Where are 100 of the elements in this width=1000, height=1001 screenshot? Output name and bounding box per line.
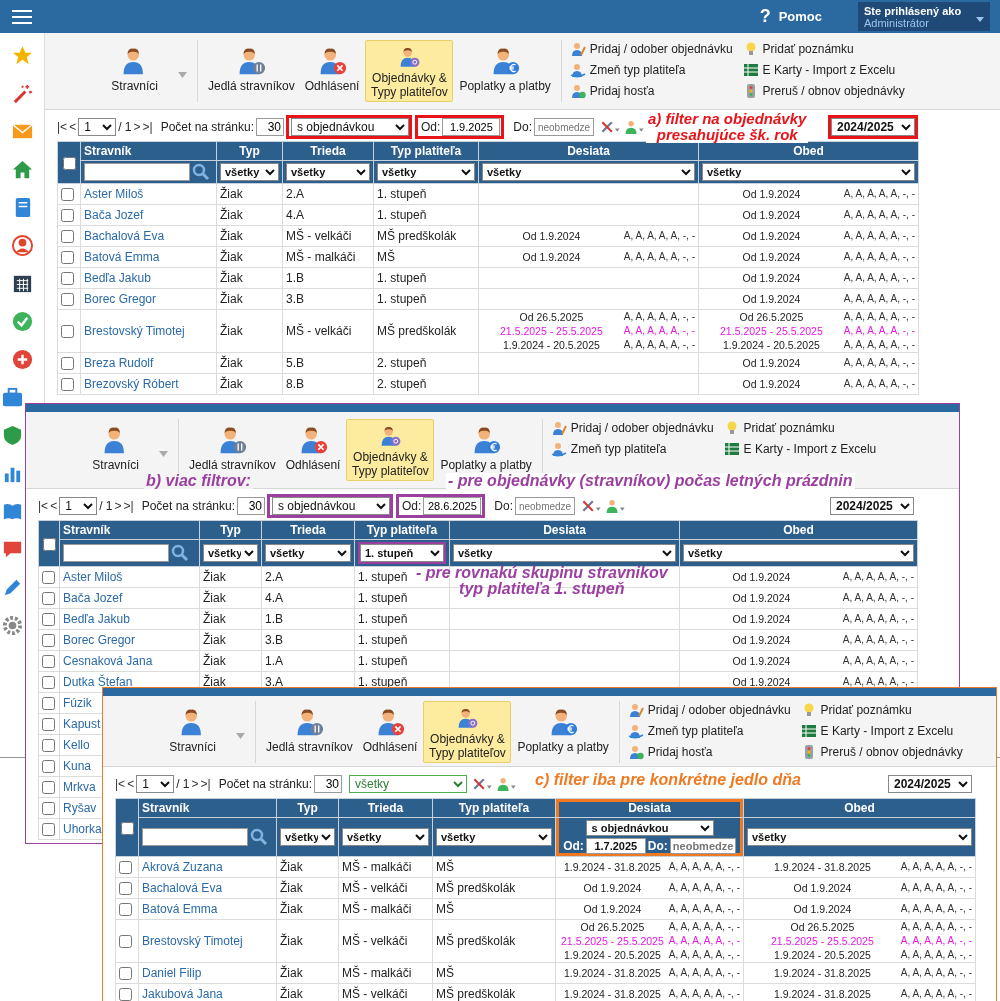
order-filter-select[interactable]: s objednávkou [272, 497, 390, 515]
date-to-field[interactable]: neobmedze [515, 497, 576, 515]
first-page-link[interactable]: |< [57, 120, 68, 134]
toolbar-button[interactable]: Odhlásení [281, 419, 345, 475]
filter-select[interactable]: všetky [702, 163, 915, 181]
toolbar-button[interactable]: Odhlásení [358, 701, 422, 757]
row-checkbox[interactable] [42, 655, 55, 669]
date-to-field[interactable]: neobmedze [534, 118, 595, 136]
order-filter-select[interactable]: všetky [349, 775, 467, 793]
date-from-field[interactable]: 28.6.2025 [423, 497, 482, 515]
filter-select[interactable]: všetky [220, 163, 279, 181]
toolbar-button[interactable]: Jedlá stravníkov [204, 40, 299, 96]
last-page-link[interactable]: >| [123, 499, 134, 513]
row-checkbox[interactable] [42, 634, 55, 648]
search-icon[interactable] [250, 828, 268, 846]
toolbar-action[interactable]: Zmeň typ platiteľa [569, 61, 733, 78]
year-select[interactable]: 2024/2025 [888, 775, 972, 793]
user-icon[interactable] [10, 234, 34, 257]
toolbar-action[interactable]: Pridaj / odober objednávku [569, 40, 733, 57]
row-checkbox[interactable] [42, 613, 55, 627]
toolbar-action[interactable]: E Karty - Import z Excelu [742, 61, 905, 78]
search-field[interactable] [142, 828, 248, 846]
plus-badge-icon[interactable] [10, 348, 34, 371]
toolbar-action[interactable]: Zmeň typ platiteľa [550, 440, 714, 457]
toolbar-action[interactable]: Preruš / obnov objednávky [742, 82, 905, 99]
briefcase-icon[interactable] [1, 386, 24, 409]
select-all-checkbox[interactable] [42, 537, 56, 551]
toolbar-button[interactable]: Stravníci [125, 701, 249, 757]
toolbar-button[interactable]: Stravníci [67, 40, 191, 96]
page-select[interactable]: 1 [78, 118, 117, 136]
year-select[interactable]: 2024/2025 [830, 497, 914, 515]
menu-icon[interactable] [12, 8, 32, 25]
filter-select[interactable]: všetky [747, 828, 972, 846]
search-field[interactable] [63, 544, 169, 562]
toolbar-button[interactable]: Stravníci [48, 419, 172, 475]
name-link[interactable]: Mrkva [63, 780, 96, 794]
previous-page-link[interactable]: < [50, 499, 58, 513]
toolbar-action[interactable]: Pridať poznámku [800, 701, 963, 718]
toolbar-action[interactable]: Pridaj hosťa [627, 743, 791, 760]
row-checkbox[interactable] [61, 378, 74, 392]
toolbar-action[interactable]: Preruš / obnov objednávky [800, 743, 963, 760]
order-filter-select[interactable]: s objednávkou [291, 118, 409, 136]
toolbar-button[interactable]: Objednávky & Typy platiteľov [365, 40, 454, 102]
row-checkbox[interactable] [42, 802, 55, 816]
previous-page-link[interactable]: < [69, 120, 77, 134]
per-page-field[interactable]: 30 [256, 118, 284, 136]
date-from-field[interactable]: 1.7.2025 [585, 838, 646, 854]
filter-select[interactable]: všetky [342, 828, 429, 846]
date-to-field[interactable]: neobmedze [669, 838, 736, 854]
filter-select[interactable]: všetky [453, 544, 676, 562]
next-page-link[interactable]: > [114, 499, 122, 513]
row-checkbox[interactable] [42, 718, 55, 732]
per-page-field[interactable]: 30 [237, 497, 265, 515]
shield-icon[interactable] [1, 424, 24, 447]
toolbar-action[interactable]: E Karty - Import z Excelu [800, 722, 963, 739]
toolbar-button[interactable]: Jedlá stravníkov [262, 701, 357, 757]
filter-select[interactable]: všetky [683, 544, 914, 562]
name-link[interactable]: Kello [63, 738, 90, 752]
filter-select[interactable]: všetky [286, 163, 370, 181]
first-page-link[interactable]: |< [38, 499, 49, 513]
name-link[interactable]: Kapust [63, 717, 101, 731]
filter-select[interactable]: všetky [482, 163, 695, 181]
row-checkbox[interactable] [119, 967, 132, 981]
row-checkbox[interactable] [61, 272, 74, 286]
row-checkbox[interactable] [61, 293, 74, 307]
toolbar-button[interactable]: Odhlásení [300, 40, 364, 96]
house-icon[interactable] [10, 158, 34, 181]
select-all-checkbox[interactable] [120, 821, 134, 835]
toolbar-action[interactable]: Pridať poznámku [723, 419, 877, 436]
page-select[interactable]: 1 [59, 497, 98, 515]
toolbar-button[interactable]: Objednávky & Typy platiteľov [346, 419, 435, 481]
name-link[interactable]: Kuna [63, 759, 92, 773]
help-icon[interactable]: ? [759, 6, 771, 27]
toolbar-button[interactable]: Poplatky a platby [513, 701, 613, 757]
select-all-checkbox[interactable] [62, 156, 76, 170]
row-checkbox[interactable] [119, 903, 132, 917]
toolbar-action[interactable]: Pridaj / odober objednávku [627, 701, 791, 718]
check-icon[interactable] [10, 310, 34, 333]
toolbar-action[interactable]: Pridaj hosťa [569, 82, 733, 99]
row-checkbox[interactable] [42, 697, 55, 711]
filter-select[interactable]: 1. stupeň [360, 544, 444, 562]
search-field[interactable] [84, 163, 190, 181]
search-icon[interactable] [171, 544, 189, 562]
toolbar-action[interactable]: Pridaj / odober objednávku [550, 419, 714, 436]
toolbar-button[interactable]: Poplatky a platby [455, 40, 555, 96]
row-checkbox[interactable] [42, 760, 55, 774]
help-link[interactable]: Pomoc [778, 9, 822, 24]
first-page-link[interactable]: |< [115, 777, 126, 791]
row-checkbox[interactable] [61, 230, 74, 244]
date-from-field[interactable]: 1.9.2025 [442, 118, 501, 136]
filter-select[interactable]: všetky [436, 828, 552, 846]
row-checkbox[interactable] [61, 251, 74, 265]
filter-select[interactable]: s objednávkou [585, 820, 714, 836]
gear-icon[interactable] [1, 614, 24, 637]
year-select[interactable]: 2024/2025 [831, 118, 915, 136]
row-checkbox[interactable] [42, 571, 55, 585]
next-page-link[interactable]: > [133, 120, 141, 134]
last-page-link[interactable]: >| [200, 777, 211, 791]
search-icon[interactable] [192, 163, 210, 181]
per-page-field[interactable]: 30 [314, 775, 342, 793]
